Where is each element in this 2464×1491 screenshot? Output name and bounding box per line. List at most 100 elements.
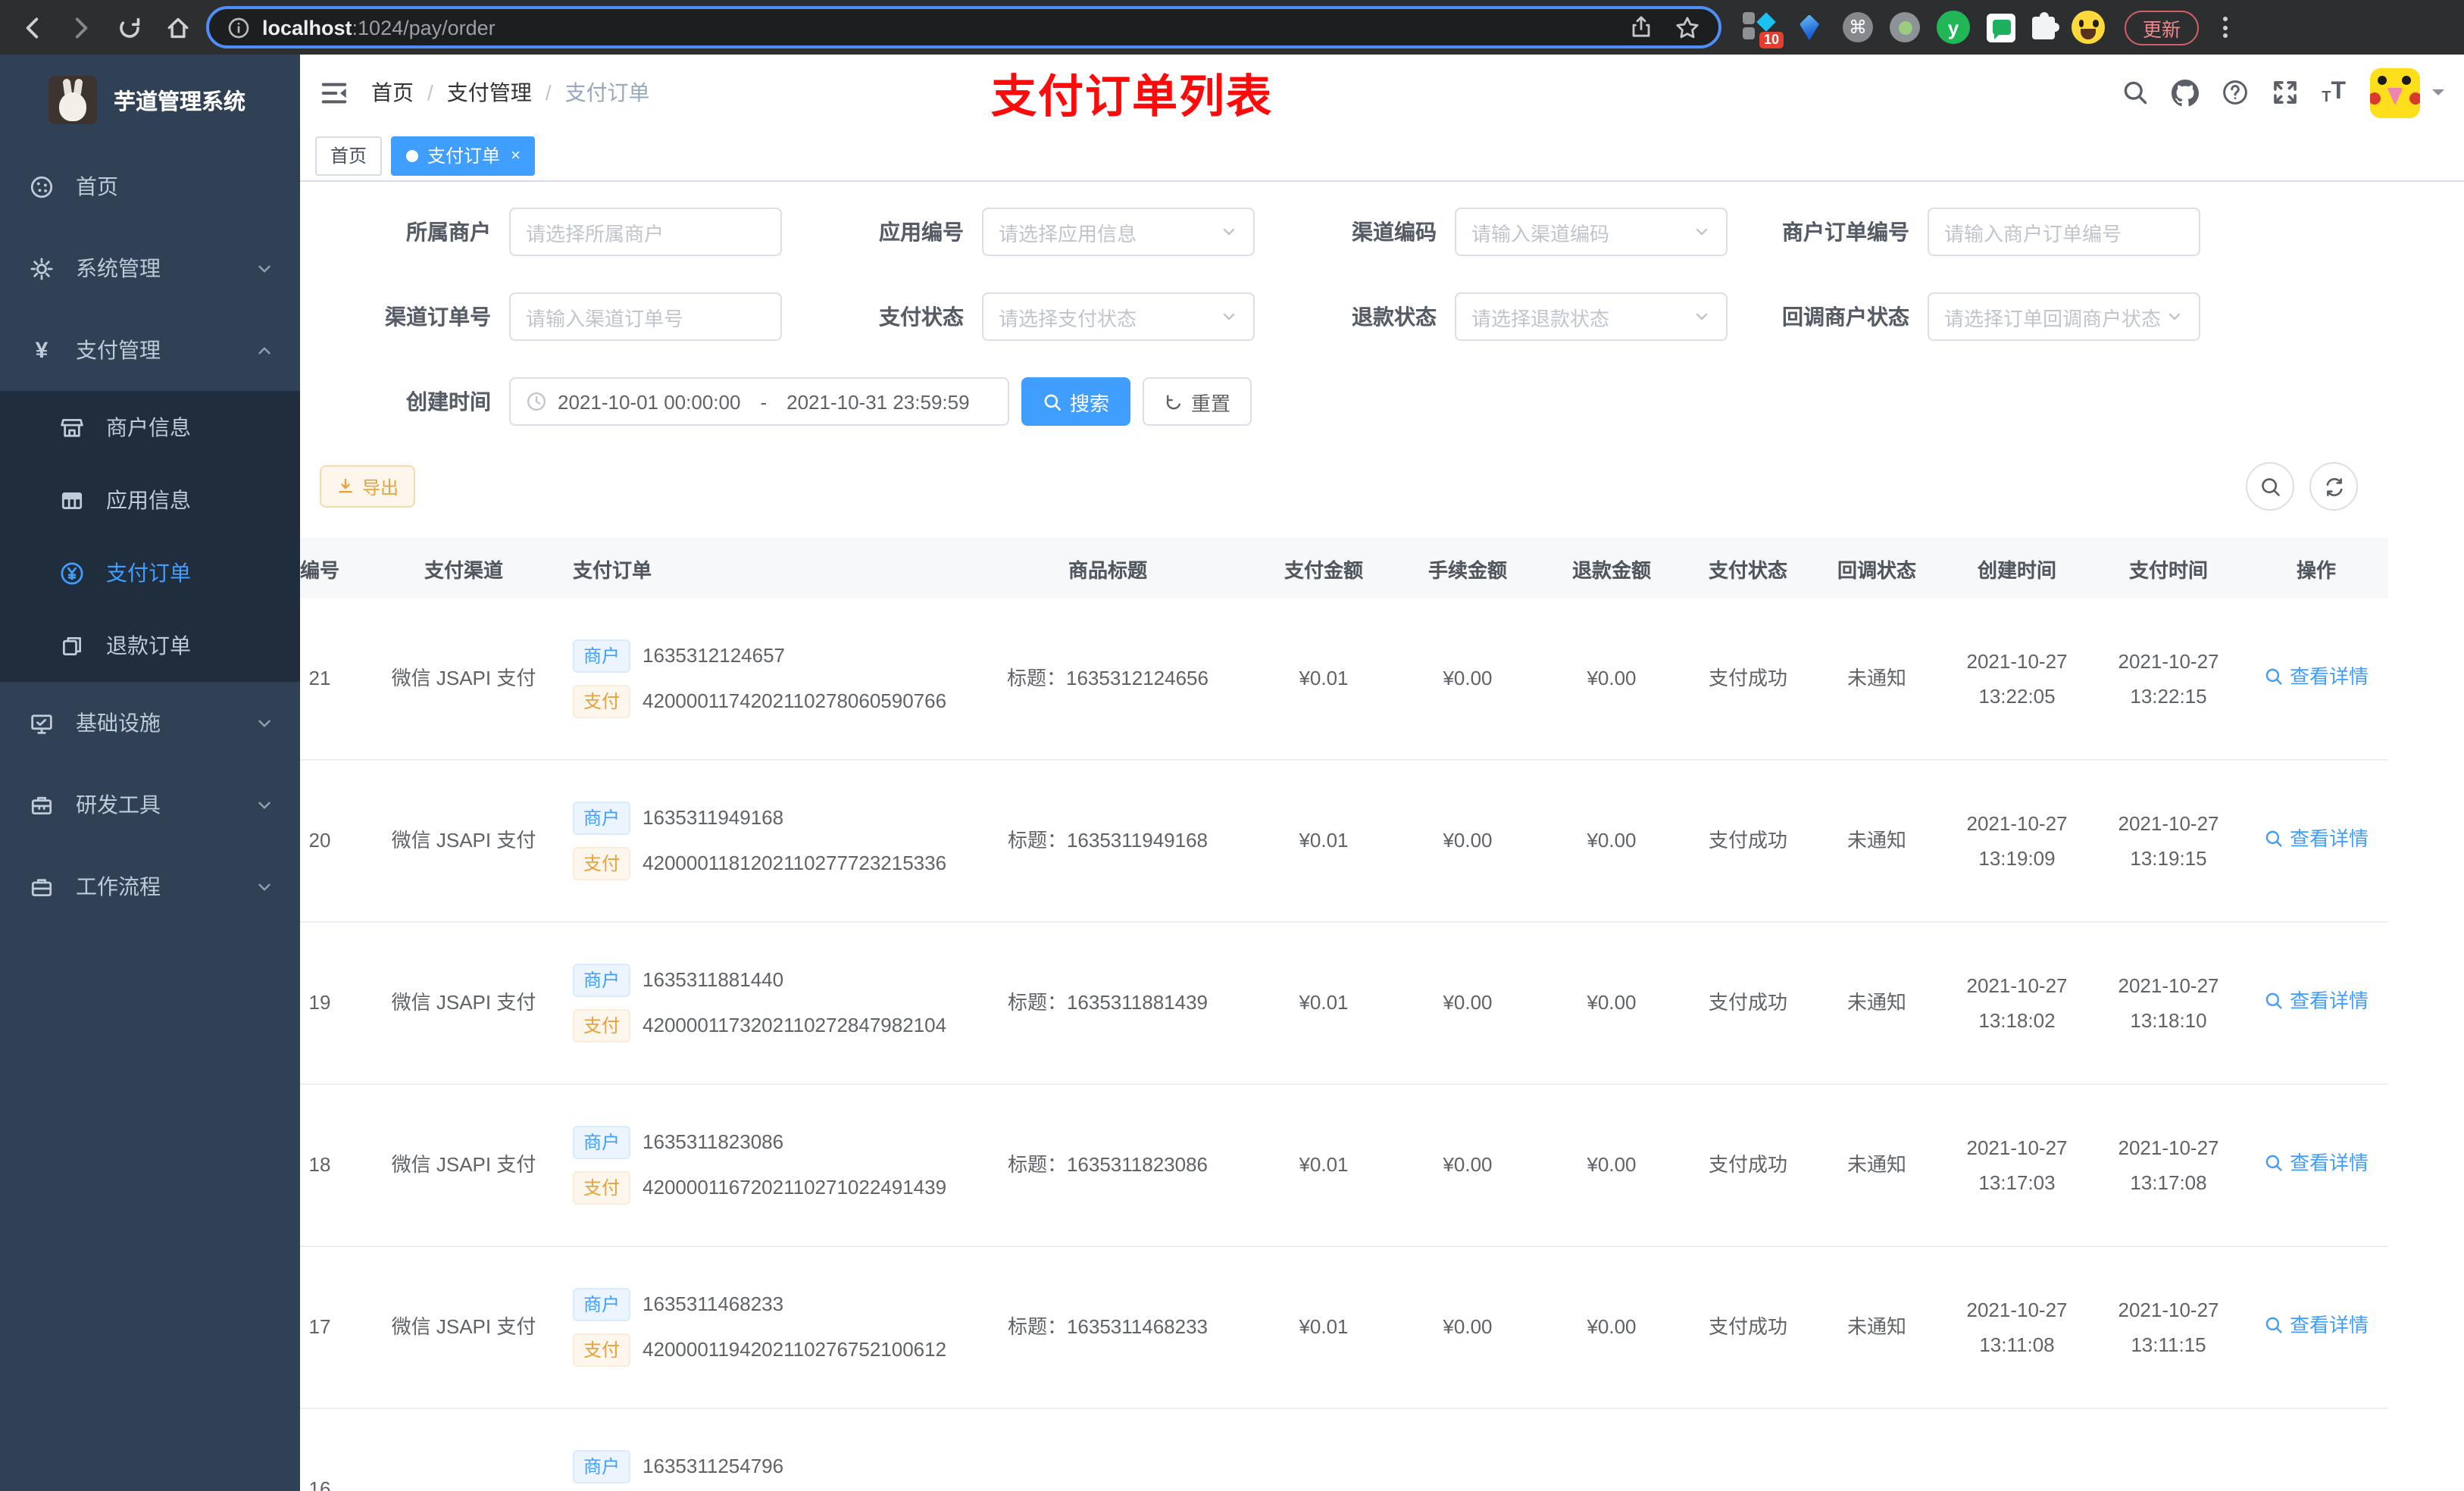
table-toolbar: 导出 <box>300 462 2464 511</box>
yen-circle-icon <box>59 560 85 586</box>
fullscreen-icon[interactable] <box>2272 79 2299 106</box>
breadcrumb-item[interactable]: 首页 <box>371 77 414 108</box>
table-row: 17 微信 JSAPI 支付 商户 1635311468233 支付 42000… <box>300 1247 2388 1409</box>
filter-merchant-order-no-input[interactable]: 请输入商户订单编号 <box>1928 208 2200 256</box>
cell-action: 查看详情 <box>2244 824 2388 858</box>
column-header: 回调状态 <box>1837 558 1916 581</box>
sidebar-item-system[interactable]: 系统管理 <box>0 227 300 309</box>
active-dot-icon <box>406 149 419 161</box>
breadcrumb-separator: / <box>427 80 433 105</box>
forward-icon[interactable] <box>61 8 100 47</box>
chevron-down-icon <box>1693 223 1711 241</box>
refresh-table-button[interactable] <box>2309 462 2358 511</box>
merchant-tag: 商户 <box>573 639 631 673</box>
copy-icon <box>59 633 85 658</box>
cell-fee: ¥0.00 <box>1443 1314 1493 1338</box>
emoji-extension-icon[interactable] <box>2072 11 2105 44</box>
sidebar-item-app-info[interactable]: 应用信息 <box>0 464 300 536</box>
y-extension-icon[interactable]: y <box>1937 11 1970 44</box>
help-icon[interactable] <box>2222 79 2249 106</box>
view-detail-link[interactable]: 查看详情 <box>2264 1310 2369 1340</box>
filter-date-row: 创建时间 2021-10-01 00:00:00 - 2021-10-31 23… <box>300 377 2464 426</box>
cell-paid: 2021-10-27 13:18:10 <box>2118 974 2219 1032</box>
font-size-icon[interactable]: TT <box>2322 79 2346 106</box>
cell-refund: ¥0.00 <box>1587 1152 1637 1176</box>
puzzle-extension-icon[interactable] <box>2032 11 2059 39</box>
cell-order-numbers: 商户 1635311881440 支付 42000011732021102728… <box>555 952 964 1055</box>
filter-merchant-input[interactable]: 请选择所属商户 <box>509 208 782 256</box>
filter-notify-status-select[interactable]: 请选择订单回调商户状态 <box>1928 292 2200 341</box>
chat-extension-icon[interactable] <box>1987 13 2015 42</box>
cell-created: 2021-10-27 13:17:03 <box>1966 1136 2068 1194</box>
view-detail-link[interactable]: 查看详情 <box>2264 661 2369 692</box>
view-detail-link[interactable]: 查看详情 <box>2264 986 2369 1016</box>
pay-tag: 支付 <box>573 685 631 718</box>
magnifier-icon <box>2264 991 2284 1011</box>
kite-extension-icon[interactable] <box>1793 11 1826 44</box>
sidebar-item-refund-order[interactable]: 退款订单 <box>0 609 300 682</box>
cell-status: 支付成功 <box>1708 1152 1787 1176</box>
sidebar-item-pay[interactable]: ¥ 支付管理 <box>0 309 300 391</box>
tab-active-1[interactable]: 支付订单 × <box>391 136 536 175</box>
filter-notify-status-label: 回调商户状态 <box>1782 305 1909 329</box>
breadcrumb-item[interactable]: 支付管理 <box>447 77 532 108</box>
cell-order-numbers: 商户 1635312124657 支付 42000011742021102780… <box>555 627 964 730</box>
view-detail-link[interactable]: 查看详情 <box>2264 1148 2369 1178</box>
bookmark-star-icon[interactable] <box>1674 14 1700 40</box>
sidebar-item-infra[interactable]: 基础设施 <box>0 682 300 764</box>
filter-app-no-select[interactable]: 请选择应用信息 <box>982 208 1255 256</box>
share-icon[interactable] <box>1629 15 1653 39</box>
column-header: 支付渠道 <box>424 558 503 581</box>
user-menu-caret-icon[interactable] <box>2432 89 2444 102</box>
github-icon[interactable] <box>2172 79 2200 106</box>
column-header: 支付金额 <box>1284 558 1363 581</box>
back-icon[interactable] <box>12 8 52 47</box>
pay-order-line: 支付 4200001174202110278060590766 <box>573 685 964 718</box>
reset-button[interactable]: 重置 <box>1143 377 1252 426</box>
sidebar-item-dev-tools[interactable]: 研发工具 <box>0 764 300 846</box>
cell-action: 查看详情 <box>2244 1148 2388 1182</box>
column-header: 退款金额 <box>1571 558 1651 581</box>
screen: localhost:1024/pay/order 10 ⌘ y 更新 芋道管理系… <box>0 0 2464 1491</box>
sidebar-item-home[interactable]: 首页 <box>0 145 300 227</box>
command-extension-icon[interactable]: ⌘ <box>1843 12 1873 42</box>
search-button[interactable]: 搜索 <box>1021 377 1131 426</box>
filter-refund-status-select[interactable]: 请选择退款状态 <box>1455 292 1728 341</box>
password-extension-icon[interactable]: 10 <box>1743 11 1784 48</box>
tab-0[interactable]: 首页 <box>315 136 383 175</box>
page-title-annotation: 支付订单列表 <box>991 73 1273 123</box>
sidebar: 芋道管理系统 首页 系统管理 ¥ 支付管理 商户信息 应用信息 支付订单 退款订… <box>0 55 300 1491</box>
export-button[interactable]: 导出 <box>320 465 416 508</box>
browser-update-button[interactable]: 更新 <box>2125 10 2200 45</box>
chevron-up-icon <box>255 340 274 360</box>
cell-paid: 2021-10-27 13:11:15 <box>2118 1298 2219 1356</box>
tab-close-icon[interactable]: × <box>511 146 521 164</box>
merchant-order-line: 商户 1635311254796 <box>573 1450 964 1483</box>
breadcrumb-item: 支付订单 <box>564 80 650 105</box>
header-search-icon[interactable] <box>2122 79 2149 106</box>
browser-menu-icon[interactable] <box>2217 11 2234 44</box>
home-icon[interactable] <box>158 8 197 47</box>
url-bar[interactable]: localhost:1024/pay/order <box>206 6 1721 48</box>
view-detail-link[interactable]: 查看详情 <box>2264 824 2369 854</box>
cell-created: 2021-10-27 13:22:05 <box>1966 649 2068 708</box>
breadcrumb: 首页 / 支付管理 / 支付订单 <box>371 77 650 108</box>
site-info-icon[interactable] <box>227 16 250 39</box>
sidebar-item-workflow[interactable]: 工作流程 <box>0 846 300 927</box>
dot-extension-icon[interactable] <box>1890 12 1920 42</box>
user-avatar[interactable] <box>2370 67 2420 117</box>
reload-icon[interactable] <box>109 8 149 47</box>
cell-channel: 微信 JSAPI 支付 <box>391 1314 536 1338</box>
extensions-area: 10 ⌘ y <box>1743 11 2105 48</box>
cell-fee: ¥0.00 <box>1443 990 1493 1014</box>
sidebar-item-merchant-info[interactable]: 商户信息 <box>0 391 300 464</box>
filter-channel-order-no-input[interactable]: 请输入渠道订单号 <box>509 292 782 341</box>
filter-merchant-label: 所属商户 <box>406 220 491 244</box>
filter-channel-code-select[interactable]: 请输入渠道编码 <box>1455 208 1728 256</box>
filter-pay-status-select[interactable]: 请选择支付状态 <box>982 292 1255 341</box>
create-time-range-picker[interactable]: 2021-10-01 00:00:00 - 2021-10-31 23:59:5… <box>509 377 1009 426</box>
toggle-search-button[interactable] <box>2246 462 2294 511</box>
sidebar-collapse-icon[interactable] <box>320 78 349 107</box>
sidebar-item-pay-order[interactable]: 支付订单 <box>0 536 300 609</box>
date-end-value: 2021-10-31 23:59:59 <box>786 390 970 413</box>
